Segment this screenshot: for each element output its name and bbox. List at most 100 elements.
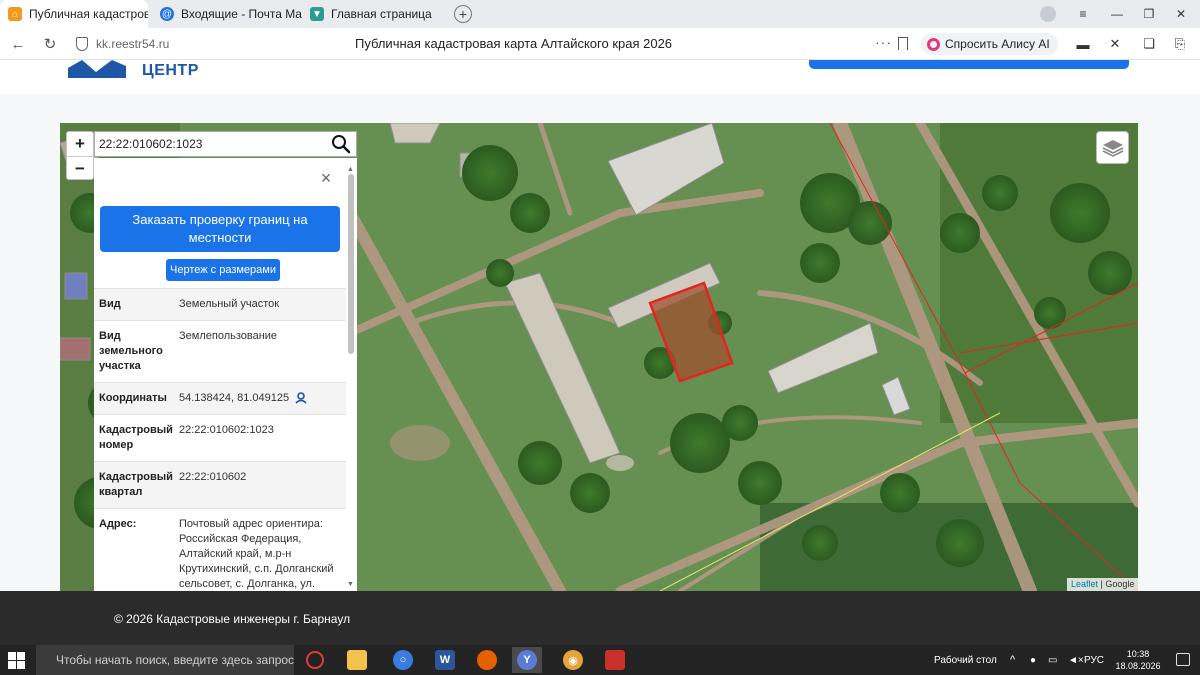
browser-tab-bar: ⌂ Публичная кадастров × @ Входящие - Поч… [0,0,1200,28]
row-key: Адрес: [99,518,137,530]
site-icon: ▼ [310,7,324,21]
taskbar-app-media[interactable] [600,647,630,673]
menu-icon[interactable]: ≡ [1068,0,1098,28]
panel-scrollbar[interactable]: ▲ ▼ [346,166,357,591]
row-value: Почтовый адрес ориентира: Российская Фед… [179,518,334,590]
notification-icon[interactable] [1176,653,1190,666]
address-bar: ← ↻ kk.reestr54.ru Публичная кадастровая… [0,28,1200,60]
scroll-up-icon[interactable]: ▲ [347,166,354,173]
word-icon: W [435,650,455,670]
cadastral-search-input[interactable] [95,137,325,151]
tab-label: Публичная кадастров [29,7,148,21]
row-value: Земельный участок [179,298,280,310]
tab-cadastral-map[interactable]: ⌂ Публичная кадастров × [0,0,148,28]
taskbar-app-word[interactable]: W [430,647,460,673]
leaflet-link[interactable]: Leaflet [1071,579,1098,589]
header-action-button[interactable] [809,60,1129,69]
google-attribution: Google [1105,579,1135,589]
order-boundary-check-button[interactable]: Заказать проверку границ на местности [100,206,340,252]
more-icon[interactable]: ··· [875,34,892,50]
media-icon [605,650,625,670]
close-window-icon[interactable]: ✕ [1166,0,1196,28]
restore-icon[interactable]: ❐ [1134,0,1164,28]
table-row: Адрес: Почтовый адрес ориентира: Российс… [94,508,346,591]
new-tab-button[interactable]: + [454,5,472,23]
back-arrow-icon[interactable]: ← [8,34,28,54]
table-row: Вид земельного участка Землепользование [94,320,346,382]
logo-icon [68,60,126,78]
row-value: Землепользование [179,330,278,342]
taskbar-app-viewer[interactable]: ◉ [558,647,588,673]
tray-language[interactable]: РУС [1084,645,1104,675]
taskbar-app-yandex-browser[interactable]: Y [512,647,542,673]
mail-icon: @ [160,7,174,21]
yandex-browser-icon: Y [517,650,537,670]
windows-taskbar: Чтобы начать поиск, введите здесь запрос… [0,645,1200,675]
page-title: Публичная кадастровая карта Алтайского к… [355,36,673,51]
table-row: Координаты 54.138424, 81.049125 [94,382,346,414]
table-row: Кадастровый квартал 22:22:010602 [94,461,346,508]
taskbar-app-messenger[interactable]: ○ [388,647,418,673]
row-key: Кадастровый квартал [99,471,173,498]
row-key: Кадастровый номер [99,424,173,451]
row-value: 22:22:010602 [179,471,247,483]
panel-close-icon[interactable]: × [318,169,334,187]
zoom-in-button[interactable]: + [67,132,93,156]
taskbar-clock[interactable]: 10:38 18.08.2026 [1108,648,1168,672]
url-text[interactable]: kk.reestr54.ru [96,37,169,51]
row-value: 54.138424, 81.049125 [174,383,346,414]
ccleaner-icon [306,651,324,669]
tray-chevron-icon[interactable]: ^ [1010,645,1015,675]
map-pin-icon[interactable] [295,392,307,404]
clock-time: 10:38 [1126,649,1150,659]
desktop-label[interactable]: Рабочий стол [934,645,997,675]
shield-icon [76,37,88,51]
taskbar-search-placeholder: Чтобы начать поиск, введите здесь запрос [56,653,295,667]
site-header: ЦЕНТР [0,60,1200,94]
row-key: Вид земельного участка [99,330,163,372]
tab-label: Главная страница [331,7,432,21]
folder-icon [347,650,367,670]
scroll-down-icon[interactable]: ▼ [347,581,354,588]
table-row: Кадастровый номер 22:22:010602:1023 [94,414,346,461]
row-value: 22:22:010602:1023 [179,424,274,436]
messenger-icon: ○ [393,650,413,670]
tab-mail[interactable]: @ Входящие - Почта Mail [152,0,302,28]
drawing-with-dimensions-button[interactable]: Чертеж с размерами [166,259,280,281]
table-row: Вид Земельный участок [94,288,346,320]
tray-volume-icon[interactable]: ◄× [1068,645,1084,675]
footer-copyright: © 2026 Кадастровые инженеры г. Барнаул [114,612,351,626]
alice-icon [927,37,940,51]
zoom-control: + − [66,131,94,180]
layers-button[interactable] [1096,131,1129,164]
tray-app-icon[interactable]: ● [1030,645,1036,675]
layers-icon [1102,139,1123,157]
taskbar-search[interactable]: Чтобы начать поиск, введите здесь запрос [36,645,294,675]
profile-avatar[interactable] [1040,6,1056,22]
cadastral-search [94,131,357,157]
tray-network-icon[interactable]: ▭ [1048,645,1057,675]
coordinates-value: 54.138424, 81.049125 [179,392,290,404]
zoom-out-button[interactable]: − [67,156,93,180]
clock-date: 18.08.2026 [1115,661,1161,671]
search-icon[interactable] [331,134,351,154]
reload-icon[interactable]: ↻ [40,34,60,54]
firefox-icon [477,650,497,670]
taskbar-app-firefox[interactable] [472,647,502,673]
tab-home-page[interactable]: ▼ Главная страница [302,0,442,28]
map-attribution: Leaflet | Google [1067,578,1139,591]
downloads-icon[interactable]: ⎘ [1172,36,1188,52]
extension-hat-icon[interactable]: ▬ [1075,36,1091,52]
extension-tools-icon[interactable]: ✕ [1107,36,1123,52]
scrollbar-thumb[interactable] [348,174,354,354]
taskbar-app-explorer[interactable] [342,647,372,673]
taskbar-app-ccleaner[interactable] [300,647,330,673]
minimize-icon[interactable]: — [1102,0,1132,28]
collections-icon[interactable]: ❏ [1141,36,1157,52]
site-footer: © 2026 Кадастровые инженеры г. Барнаул [0,591,1200,645]
bookmark-icon[interactable] [898,37,908,50]
ask-alice-button[interactable]: Спросить Алису AI [921,33,1058,55]
tab-label: Входящие - Почта Mail [181,7,302,21]
windows-start-icon[interactable] [8,652,25,669]
row-key: Вид [99,298,121,310]
